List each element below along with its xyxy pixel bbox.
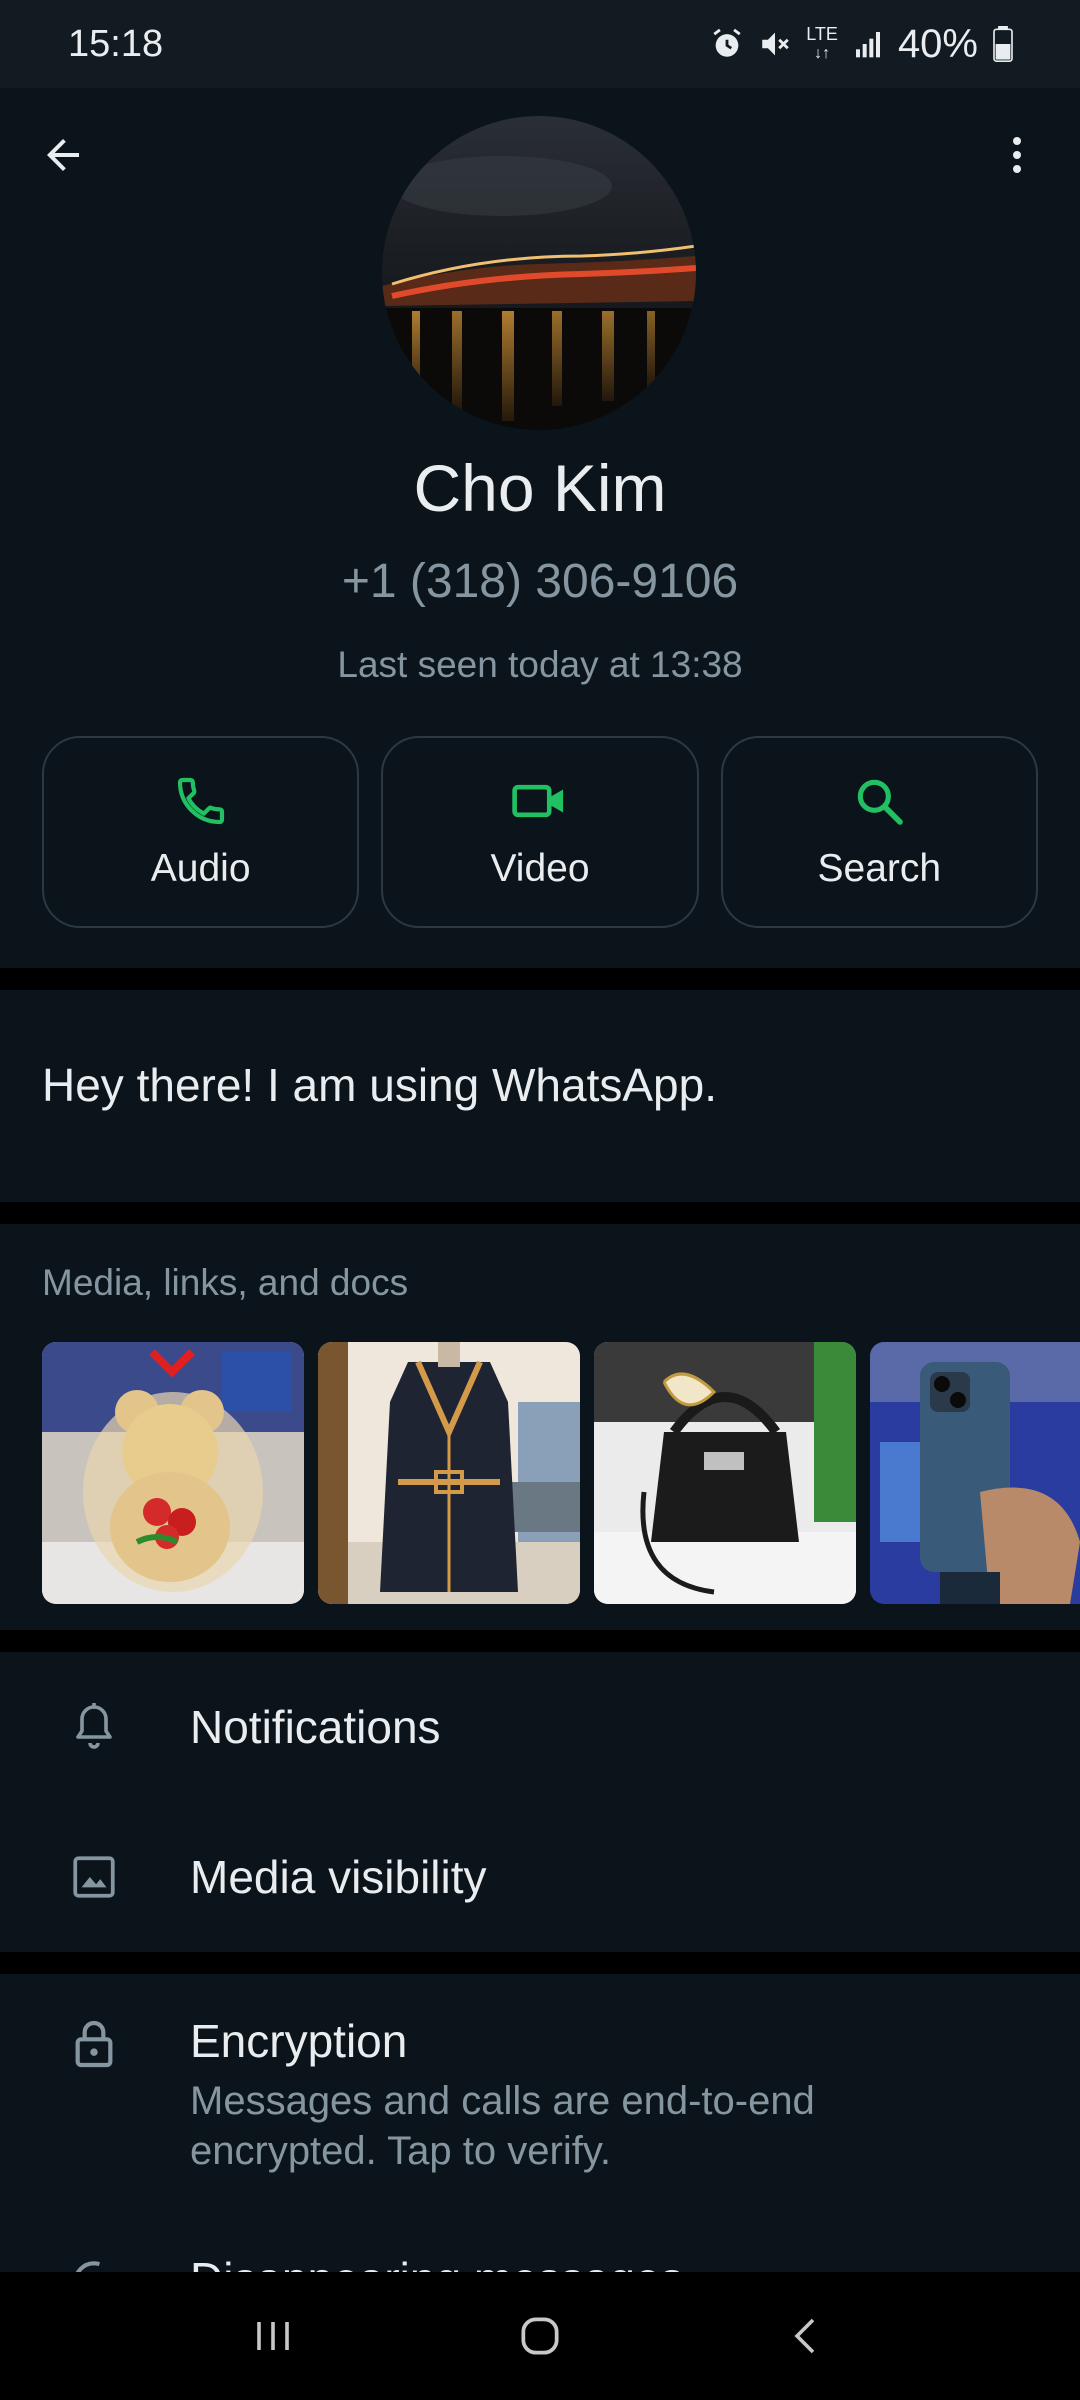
search-button[interactable]: Search [720,736,1038,928]
recents-icon [257,2322,290,2350]
recents-button[interactable] [233,2296,313,2376]
nav-back-button[interactable] [767,2296,847,2376]
media-thumbnail-handbag[interactable] [594,1342,856,1604]
encryption-description: Messages and calls are end-to-end encryp… [190,2079,815,2173]
contact-phone: +1 (318) 306-9106 [341,555,739,608]
profile-header: Cho Kim +1 (318) 306-9106 Last seen toda… [0,88,1080,968]
status-icons: LTE ↓↑ 40% [710,22,1014,67]
notifications-row[interactable]: Notifications [0,1652,1080,1802]
more-options-button[interactable] [990,128,1044,182]
section-divider [0,1630,1080,1652]
media-thumbnail-phone[interactable] [870,1342,1080,1604]
about-section[interactable]: Hey there! I am using WhatsApp. [0,990,1080,1202]
last-seen: Last seen today at 13:38 [337,644,743,685]
lte-icon: LTE ↓↑ [806,24,838,62]
media-row [42,1342,1080,1604]
bell-icon [66,1699,122,1755]
avatar[interactable] [382,116,696,430]
search-label: Search [817,847,942,890]
home-button[interactable] [500,2296,580,2376]
battery-percent: 40% [897,21,978,66]
status-time: 15:18 [68,22,164,65]
timer-icon [66,2254,122,2274]
media-visibility-label: Media visibility [190,1851,487,1903]
system-nav-bar [0,2272,1080,2400]
disappearing-messages-label[interactable]: Disappearing messages [190,2252,684,2274]
video-label: Video [490,847,590,890]
about-text: Hey there! I am using WhatsApp. [42,1059,717,1111]
media-section: Media, links, and docs [0,1224,1080,1630]
section-divider [0,968,1080,990]
media-title[interactable]: Media, links, and docs [42,1262,408,1304]
lock-icon [66,2016,122,2077]
video-icon [512,784,564,818]
media-thumbnail-teddy-bear[interactable] [42,1342,304,1604]
status-bar: 15:18 LTE ↓↑ 40% [0,0,1080,88]
section-divider [0,1202,1080,1224]
contact-name: Cho Kim [413,451,667,525]
image-icon [66,1849,122,1905]
audio-call-button[interactable]: Audio [42,736,360,928]
search-icon [858,779,904,825]
mute-icon [758,27,792,61]
media-visibility-row[interactable]: Media visibility [0,1802,1080,1952]
action-buttons: Audio Video Search [42,736,1038,928]
media-thumbnail-coat[interactable] [318,1342,580,1604]
nav-back-icon [794,2318,814,2354]
home-icon [521,2317,559,2355]
notifications-label: Notifications [190,1701,441,1753]
encryption-title: Encryption [190,2015,408,2067]
more-vert-icon [1013,137,1021,173]
encryption-section[interactable]: Encryption Messages and calls are end-to… [0,1974,1080,2274]
arrow-left-icon [47,139,79,171]
settings-section: Notifications Media visibility [0,1652,1080,1952]
battery-icon [992,26,1014,62]
alarm-icon [710,27,744,61]
signal-icon [852,28,884,60]
phone-icon [177,777,224,825]
section-divider [0,1952,1080,1974]
back-button[interactable] [36,128,90,182]
video-call-button[interactable]: Video [381,736,699,928]
audio-label: Audio [150,847,251,890]
